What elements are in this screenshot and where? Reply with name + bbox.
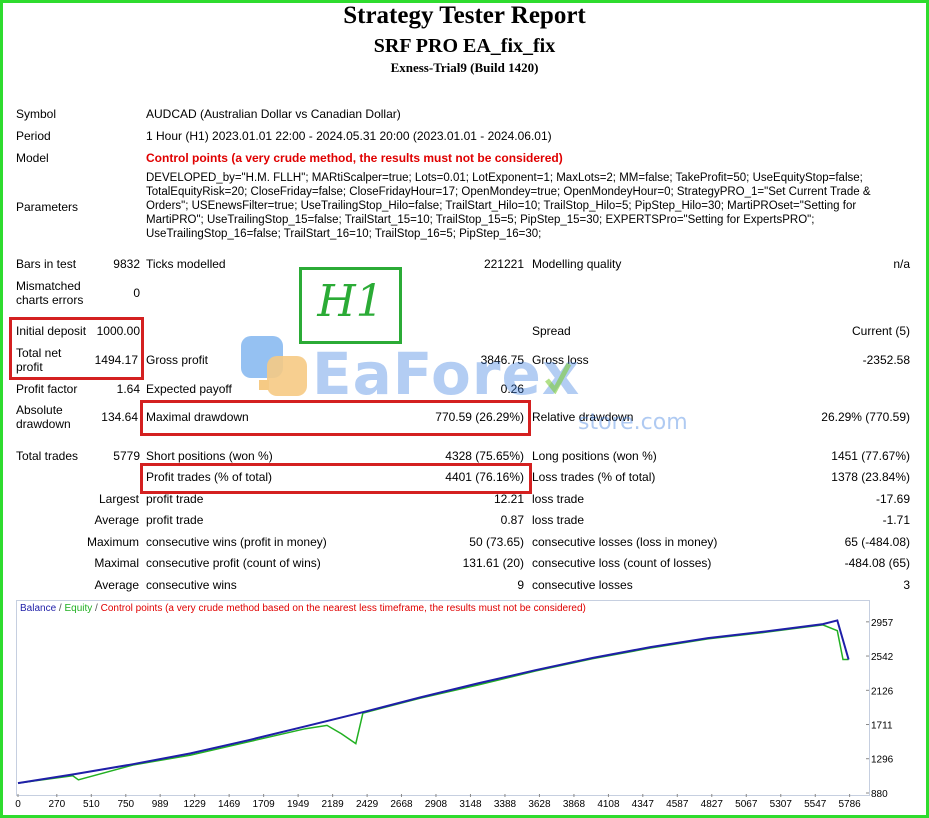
x-tick-label: 4827 bbox=[701, 799, 724, 810]
x-tick-label: 3148 bbox=[459, 799, 482, 810]
x-tick-label: 2668 bbox=[390, 799, 413, 810]
x-tick-label: 5067 bbox=[735, 799, 758, 810]
y-tick-label: 2542 bbox=[871, 652, 894, 663]
x-tick-label: 3388 bbox=[494, 799, 517, 810]
x-tick-label: 4587 bbox=[666, 799, 689, 810]
x-tick-label: 5307 bbox=[770, 799, 793, 810]
y-tick-label: 1296 bbox=[871, 755, 894, 766]
y-tick-label: 880 bbox=[871, 789, 888, 800]
y-tick-label: 2126 bbox=[871, 686, 894, 697]
series-line-balance bbox=[17, 619, 850, 785]
x-tick-label: 1469 bbox=[218, 799, 241, 810]
x-tick-label: 750 bbox=[117, 799, 134, 810]
x-tick-label: 989 bbox=[152, 799, 169, 810]
y-tick-label: 2957 bbox=[871, 618, 894, 629]
x-tick-label: 3628 bbox=[528, 799, 551, 810]
x-tick-label: 0 bbox=[15, 799, 21, 810]
x-tick-label: 1949 bbox=[287, 799, 310, 810]
x-tick-label: 2189 bbox=[321, 799, 344, 810]
x-tick-label: 2429 bbox=[356, 799, 379, 810]
x-tick-label: 4108 bbox=[597, 799, 620, 810]
x-tick-label: 5786 bbox=[838, 799, 861, 810]
balance-equity-chart: 2957 2542 2126 1711 1296 880 0 270 510 750 989 1229… bbox=[15, 618, 894, 810]
x-tick-label: 5547 bbox=[804, 799, 827, 810]
y-tick-label: 1711 bbox=[871, 721, 893, 732]
series-line-equity bbox=[17, 624, 849, 784]
x-tick-label: 1229 bbox=[184, 799, 207, 810]
x-tick-label: 2908 bbox=[425, 799, 448, 810]
x-tick-label: 510 bbox=[83, 799, 100, 810]
x-tick-label: 4347 bbox=[632, 799, 655, 810]
x-tick-label: 270 bbox=[48, 799, 65, 810]
x-tick-label: 1709 bbox=[253, 799, 276, 810]
x-tick-label: 3868 bbox=[563, 799, 586, 810]
